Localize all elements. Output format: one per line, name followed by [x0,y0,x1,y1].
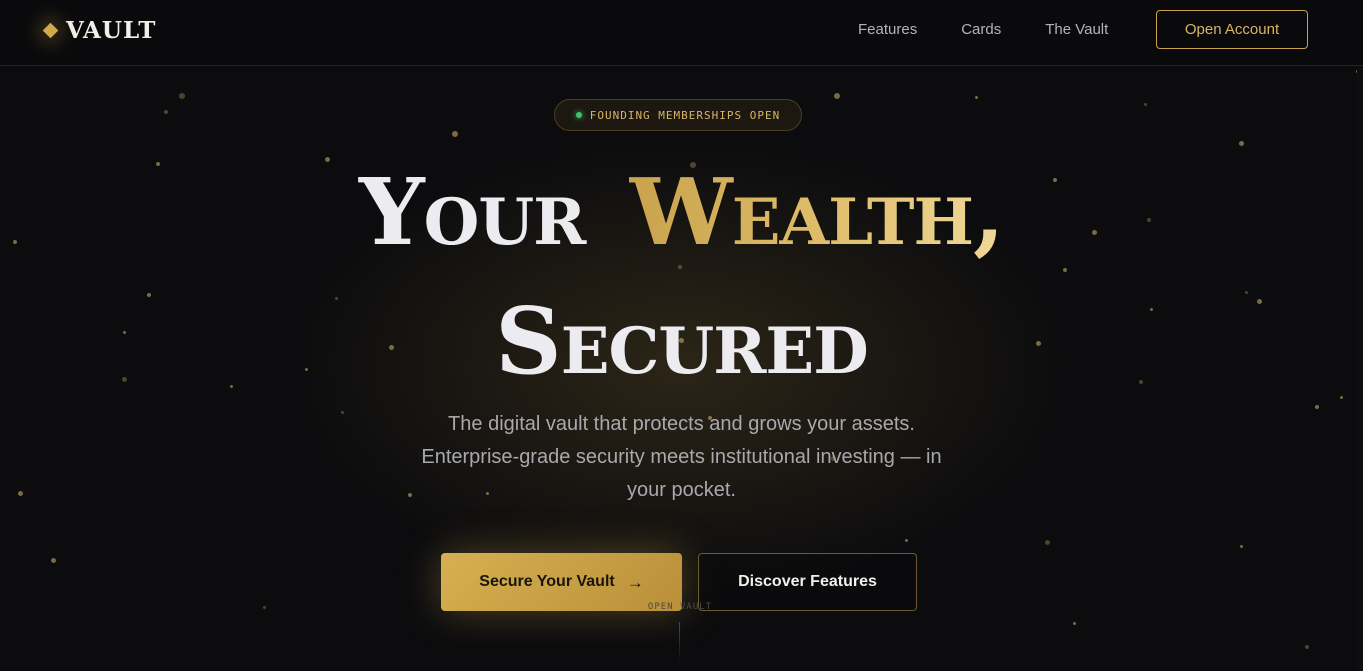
particle [164,110,168,114]
logo[interactable]: VAULT [42,14,157,46]
particle [1240,545,1243,548]
headline-line-1: Your Wealth, [0,158,1363,287]
nav-link-the-vault[interactable]: The Vault [1045,20,1108,40]
particle [905,539,908,542]
particle [834,93,840,99]
arrow-right-icon: → [626,572,644,592]
scrollbar[interactable] [1357,66,1363,671]
diamond-icon [42,22,59,38]
headline-line-2: Secured [0,287,1363,416]
particle [1073,622,1076,625]
particle [18,491,23,496]
primary-cta-label: Secure Your Vault [479,573,615,590]
headline-word-wealth: Wealth, [629,158,1005,266]
logo-text: VAULT [66,16,157,44]
particle [1305,645,1309,649]
particle [1144,103,1147,106]
nav-links: Features Cards The Vault [858,20,1152,40]
particle [51,558,56,563]
hero-headline: Your Wealth, Secured [0,158,1363,416]
nav-link-cards[interactable]: Cards [961,20,1001,40]
open-account-button[interactable]: Open Account [1156,10,1308,49]
particle [1045,540,1050,545]
status-dot-icon [575,112,582,118]
particle [1239,141,1244,146]
nav-link-features[interactable]: Features [858,20,917,40]
hero-subtitle: The digital vault that protects and grow… [421,413,942,501]
particle [452,131,458,137]
badge-label: FOUNDING MEMBERSHIPS OPEN [589,108,781,122]
status-badge: FOUNDING MEMBERSHIPS OPEN [554,99,802,131]
scroll-hint: OPEN VAULT [647,602,713,612]
scroll-indicator-line [679,622,680,662]
top-nav: VAULT Features Cards The Vault Open Acco… [0,0,1363,66]
headline-word-secured: Secured [495,287,868,395]
headline-word-your: Your [358,158,586,266]
particle [263,606,266,609]
particle [975,96,978,99]
particle [179,93,185,99]
